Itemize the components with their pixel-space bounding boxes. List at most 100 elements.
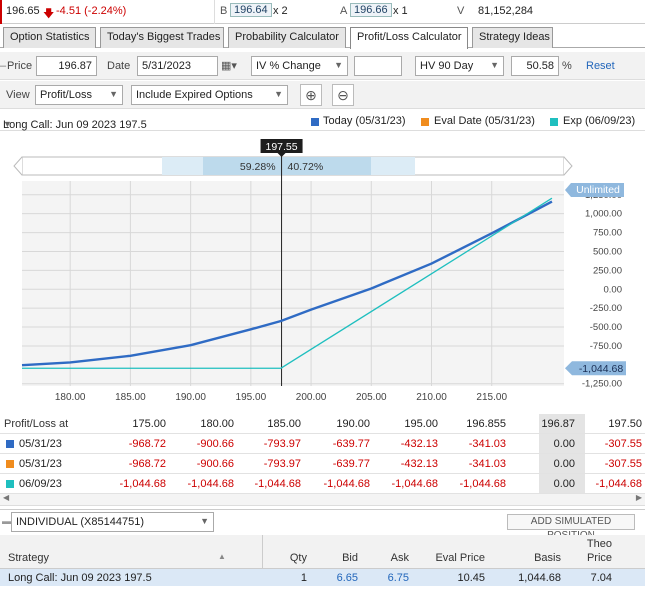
tab-bar: Option Statistics Today's Biggest Trades… bbox=[0, 26, 645, 49]
scroll-left-icon[interactable]: ◀ bbox=[3, 493, 9, 502]
position-ask[interactable]: 6.75 bbox=[388, 572, 409, 584]
quote-bar: 196.65 🡇 -4.51 (-2.24%) B 196.64 x 2 A 1… bbox=[0, 0, 645, 24]
pl-col-header: 195.00 bbox=[404, 418, 438, 430]
pl-cell: 0.00 bbox=[553, 438, 575, 450]
volume-label: V bbox=[457, 5, 465, 17]
max-value-label: Unlimited bbox=[576, 184, 620, 196]
pl-cell: -968.72 bbox=[128, 458, 166, 470]
expired-select[interactable]: Include Expired Options ▼ bbox=[131, 85, 288, 105]
x-tick-label: 205.00 bbox=[356, 392, 387, 403]
legend-swatch-eval bbox=[421, 118, 429, 126]
col-theo[interactable]: Theo bbox=[587, 538, 612, 550]
price-input[interactable]: 196.87 bbox=[36, 56, 97, 76]
hv-select[interactable]: HV 90 Day ▼ bbox=[415, 56, 504, 76]
date-label: Date bbox=[107, 60, 131, 72]
account-select[interactable]: INDIVIDUAL (X85144751) ▼ bbox=[11, 512, 214, 532]
col-strategy[interactable]: Strategy bbox=[8, 552, 49, 564]
pl-col-header: 180.00 bbox=[200, 418, 234, 430]
controls-row-2: View Profit/Loss ▼ Include Expired Option… bbox=[0, 81, 645, 109]
col-bid[interactable]: Bid bbox=[342, 552, 358, 564]
legend-eval: Eval Date (05/31/23) bbox=[434, 115, 535, 127]
scroll-right-icon[interactable]: ▶ bbox=[636, 493, 642, 502]
hv-input[interactable]: 50.58 bbox=[511, 56, 559, 76]
row-swatch bbox=[6, 440, 14, 448]
y-tick-label: -750.00 bbox=[590, 341, 622, 352]
y-tick-label: -1,250.00 bbox=[582, 379, 622, 390]
col-ask[interactable]: Ask bbox=[391, 552, 409, 564]
iv-select[interactable]: IV % Change ▼ bbox=[251, 56, 348, 76]
pl-cell: -639.77 bbox=[332, 438, 370, 450]
ask-size: x 1 bbox=[393, 5, 408, 17]
date-input[interactable]: 5/31/2023 bbox=[137, 56, 218, 76]
legend-row: Long Call: Jun 09 2023 197.5 ▼ Today (05… bbox=[0, 111, 645, 131]
pl-cell: -1,044.68 bbox=[119, 478, 166, 490]
y-tick-label: 750.00 bbox=[593, 228, 622, 239]
positions-header: Strategy ▲ Qty Bid Ask Eval Price Basis … bbox=[0, 535, 645, 569]
min-value-label: -1,044.68 bbox=[579, 363, 624, 375]
legend-swatch-exp bbox=[550, 118, 558, 126]
position-bid[interactable]: 6.65 bbox=[337, 572, 358, 584]
zoom-in-icon[interactable]: ⊕ bbox=[300, 84, 322, 106]
ask-value: 196.66 bbox=[350, 3, 392, 17]
chevron-down-icon: ▼ bbox=[334, 60, 343, 70]
tab-strategy-ideas[interactable]: Strategy Ideas bbox=[472, 27, 553, 48]
price-marker-label: 197.55 bbox=[265, 141, 297, 153]
pl-col-header: 190.00 bbox=[336, 418, 370, 430]
reset-link[interactable]: Reset bbox=[586, 60, 615, 72]
col-eval-price[interactable]: Eval Price bbox=[435, 552, 485, 564]
down-arrow-icon: 🡇 bbox=[43, 8, 55, 20]
pl-row-exp: 06/09/23 -1,044.68 -1,044.68 -1,044.68 -… bbox=[0, 474, 645, 494]
tab-biggest-trades[interactable]: Today's Biggest Trades bbox=[100, 27, 224, 48]
last-price: 196.65 bbox=[6, 5, 40, 17]
col-basis[interactable]: Basis bbox=[534, 552, 561, 564]
pl-cell: 0.00 bbox=[553, 478, 575, 490]
pl-row-label: 06/09/23 bbox=[19, 478, 62, 490]
horizontal-scrollbar[interactable]: ◀ ▶ bbox=[0, 493, 645, 506]
ask-label: A bbox=[340, 5, 348, 17]
pl-cell: -793.97 bbox=[263, 458, 301, 470]
bid-value: 196.64 bbox=[230, 3, 272, 17]
view-label: View bbox=[6, 89, 30, 101]
y-tick-label: -250.00 bbox=[590, 303, 622, 314]
profit-loss-chart[interactable]: 180.00 185.00 190.00 195.00 200.00 205.00 210.… bbox=[0, 131, 645, 411]
view-select[interactable]: Profit/Loss ▼ bbox=[35, 85, 123, 105]
calendar-icon[interactable]: ▦▾ bbox=[221, 59, 237, 72]
hv-unit: % bbox=[562, 60, 572, 72]
position-basis: 1,044.68 bbox=[518, 572, 561, 584]
pl-col-header: 196.87 bbox=[541, 418, 575, 430]
chevron-down-icon: ▼ bbox=[200, 516, 209, 526]
position-strategy: Long Call: Jun 09 2023 197.5 bbox=[8, 572, 152, 584]
zoom-out-icon[interactable]: ⊖ bbox=[332, 84, 354, 106]
col-qty[interactable]: Qty bbox=[290, 552, 307, 564]
bid-label: B bbox=[220, 5, 228, 17]
quote-accent bbox=[0, 0, 2, 24]
tab-option-statistics[interactable]: Option Statistics bbox=[3, 27, 96, 48]
pl-cell: -793.97 bbox=[263, 438, 301, 450]
bid-size: x 2 bbox=[273, 5, 288, 17]
pl-row-eval: 05/31/23 -968.72 -900.66 -793.97 -639.77… bbox=[0, 454, 645, 474]
pl-cell: -1,044.68 bbox=[323, 478, 370, 490]
pl-cell: 0.00 bbox=[553, 458, 575, 470]
pl-cell: -1,044.68 bbox=[459, 478, 506, 490]
chevron-down-icon: ▼ bbox=[3, 119, 12, 129]
col-theo-price[interactable]: Price bbox=[587, 552, 612, 564]
pl-cell: -432.13 bbox=[400, 458, 438, 470]
tab-profit-loss-calculator[interactable]: Profit/Loss Calculator bbox=[350, 27, 468, 49]
price-prefix-dash: – bbox=[0, 60, 7, 72]
position-row[interactable]: Long Call: Jun 09 2023 197.5 1 6.65 6.75… bbox=[0, 569, 645, 586]
sort-icon[interactable]: ▲ bbox=[218, 552, 226, 561]
position-eval-price: 10.45 bbox=[457, 572, 485, 584]
add-simulated-position-button[interactable]: ADD SIMULATED POSITION bbox=[507, 514, 635, 541]
plot-area bbox=[22, 181, 564, 386]
iv-input[interactable] bbox=[354, 56, 402, 76]
position-theo-price: 7.04 bbox=[590, 572, 612, 584]
prob-left-label: 59.28% bbox=[240, 161, 276, 173]
x-tick-label: 185.00 bbox=[115, 392, 146, 403]
pl-cell: -1,044.68 bbox=[595, 478, 642, 490]
volume-value: 81,152,284 bbox=[478, 5, 534, 17]
x-tick-label: 200.00 bbox=[296, 392, 327, 403]
collapse-icon[interactable]: ▬ bbox=[2, 516, 11, 526]
tab-probability-calculator[interactable]: Probability Calculator bbox=[228, 27, 346, 48]
x-tick-label: 210.00 bbox=[416, 392, 447, 403]
chart-svg[interactable]: 180.00 185.00 190.00 195.00 200.00 205.00 210.… bbox=[0, 131, 645, 411]
